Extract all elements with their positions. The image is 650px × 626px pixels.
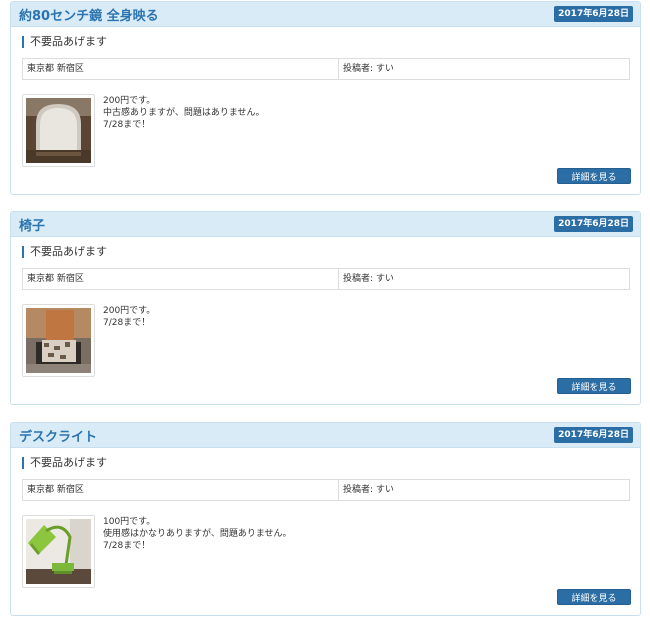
category-label: 不要品あげます (22, 457, 107, 469)
listing-description: 100円です。 使用感はかなりありますが、問題ありません。 7/28まで！ (103, 516, 292, 552)
listing-header: 椅子 2017年6月28日 (11, 212, 640, 237)
view-details-button[interactable]: 詳細を見る (557, 378, 631, 394)
description-line: 100円です。 (103, 517, 156, 527)
listing-card: 約80センチ鏡 全身映る 2017年6月28日 不要品あげます 東京都 新宿区 … (10, 1, 641, 195)
listing-description: 200円です。 7/28まで！ (103, 305, 155, 329)
description-line: 200円です。 (103, 96, 156, 106)
location-cell: 東京都 新宿区 (23, 59, 339, 79)
description-line: 7/28まで！ (103, 541, 151, 551)
view-details-button[interactable]: 詳細を見る (557, 168, 631, 184)
listing-card: デスクライト 2017年6月28日 不要品あげます 東京都 新宿区 投稿者: す… (10, 422, 641, 616)
description-line: 7/28まで！ (103, 318, 151, 328)
category-label: 不要品あげます (22, 246, 107, 258)
listing-title[interactable]: デスクライト (19, 426, 97, 445)
listing-meta-table: 東京都 新宿区 投稿者: すい (22, 268, 630, 290)
listing-title[interactable]: 椅子 (19, 215, 45, 234)
listing-card: 椅子 2017年6月28日 不要品あげます 東京都 新宿区 投稿者: すい 20… (10, 211, 641, 405)
description-line: 中古感ありますが、問題はありません。 (103, 108, 265, 118)
category-label: 不要品あげます (22, 36, 107, 48)
listing-header: デスクライト 2017年6月28日 (11, 423, 640, 448)
listing-header: 約80センチ鏡 全身映る 2017年6月28日 (11, 2, 640, 27)
listing-meta-table: 東京都 新宿区 投稿者: すい (22, 58, 630, 80)
poster-cell: 投稿者: すい (343, 485, 394, 495)
view-details-button[interactable]: 詳細を見る (557, 589, 631, 605)
date-badge: 2017年6月28日 (554, 427, 633, 443)
desk-lamp-photo[interactable] (22, 515, 95, 588)
listing-list: 約80センチ鏡 全身映る 2017年6月28日 不要品あげます 東京都 新宿区 … (0, 0, 650, 626)
date-badge: 2017年6月28日 (554, 216, 633, 232)
mirror-photo[interactable] (22, 94, 95, 167)
location-cell: 東京都 新宿区 (23, 269, 339, 289)
description-line: 200円です。 (103, 306, 156, 316)
listing-title[interactable]: 約80センチ鏡 全身映る (19, 5, 159, 24)
description-line: 使用感はかなりありますが、問題ありません。 (103, 529, 292, 539)
poster-cell: 投稿者: すい (343, 274, 394, 284)
location-cell: 東京都 新宿区 (23, 480, 339, 500)
poster-cell: 投稿者: すい (343, 64, 394, 74)
chair-photo[interactable] (22, 304, 95, 377)
listing-description: 200円です。 中古感ありますが、問題はありません。 7/28まで！ (103, 95, 265, 131)
description-line: 7/28まで！ (103, 120, 151, 130)
listing-meta-table: 東京都 新宿区 投稿者: すい (22, 479, 630, 501)
date-badge: 2017年6月28日 (554, 6, 633, 22)
